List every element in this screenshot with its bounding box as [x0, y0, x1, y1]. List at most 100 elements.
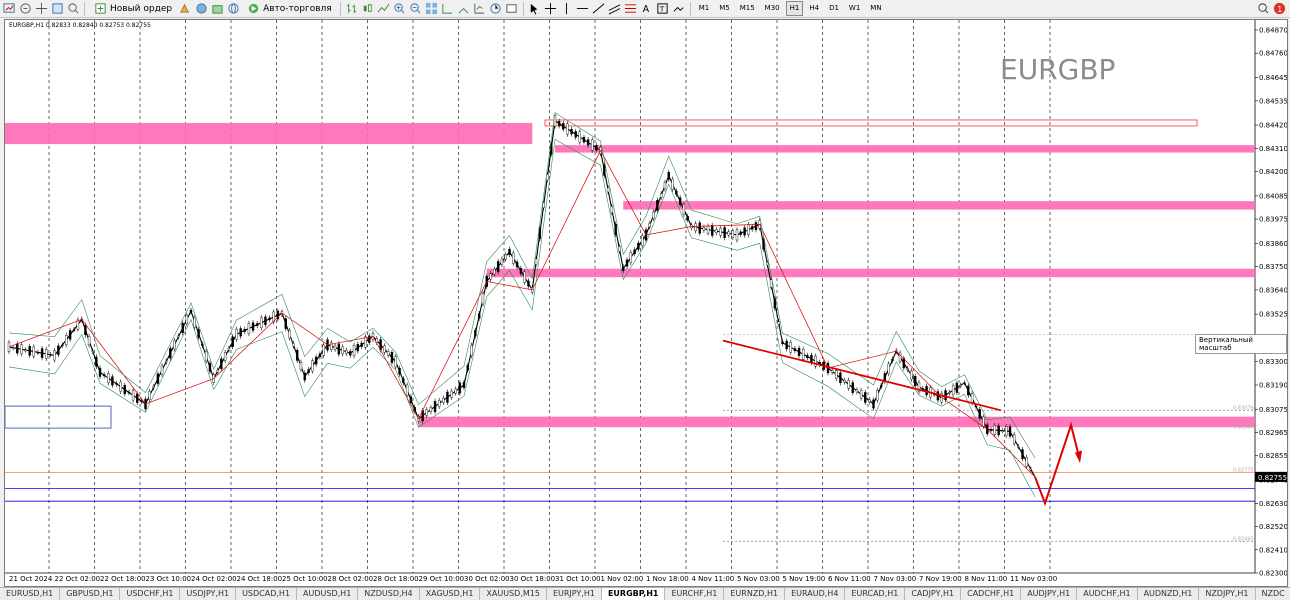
symbol-tab[interactable]: GBPUSD,H1 — [60, 588, 120, 600]
fibonacci-icon[interactable] — [624, 2, 638, 16]
candle-body — [747, 225, 749, 235]
zoom-in-icon[interactable] — [393, 2, 407, 16]
chart-window[interactable]: 0.848700.847600.846450.845350.844200.843… — [4, 19, 1288, 587]
crosshair-nav-icon[interactable] — [34, 2, 48, 16]
pink-zone — [5, 123, 532, 144]
symbol-tab[interactable]: NZDJPY,H1 — [1199, 588, 1255, 600]
symbol-tab[interactable]: EURCAD,H1 — [845, 588, 905, 600]
candle-body — [182, 323, 184, 333]
symbol-tab[interactable]: EURNZD,H1 — [724, 588, 785, 600]
symbol-tab[interactable]: NZDUSD,H4 — [358, 588, 419, 600]
timeframe-m1[interactable]: M1 — [695, 1, 714, 16]
candle-body — [490, 274, 492, 279]
chart-shift-icon[interactable] — [441, 2, 455, 16]
new-chart-icon[interactable] — [2, 2, 16, 16]
bar-chart-icon[interactable] — [345, 2, 359, 16]
timeframe-h4[interactable]: H4 — [805, 1, 823, 16]
symbol-tab[interactable]: AUDNZD,H1 — [1138, 588, 1200, 600]
channel-icon[interactable] — [608, 2, 622, 16]
candle-body — [497, 261, 499, 272]
candlestick-icon[interactable] — [361, 2, 375, 16]
symbol-tab[interactable]: EURGBP,H1 — [602, 588, 665, 600]
new-order-button[interactable]: Новый ордер — [89, 1, 176, 17]
vertical-line-icon[interactable] — [560, 2, 574, 16]
symbol-tab[interactable]: AUDCHF,H1 — [1077, 588, 1137, 600]
candle-body — [848, 380, 850, 388]
candle-body — [810, 355, 812, 363]
timeframe-w1[interactable]: W1 — [845, 1, 864, 16]
tile-windows-icon[interactable] — [425, 2, 439, 16]
arrows-icon[interactable] — [672, 2, 686, 16]
candle-body — [201, 344, 203, 346]
symbol-tab[interactable]: XAUUSD,M15 — [480, 588, 547, 600]
symbol-tab[interactable]: EURCHF,H1 — [665, 588, 724, 600]
candle-body — [766, 263, 768, 265]
symbol-tab[interactable]: CADCHF,H1 — [961, 588, 1021, 600]
search-icon[interactable] — [1256, 2, 1270, 16]
symbol-tab[interactable]: USDCAD,H1 — [236, 588, 297, 600]
candle-body — [852, 383, 854, 393]
metaeditor-icon[interactable] — [178, 2, 192, 16]
timeframe-m5[interactable]: M5 — [715, 1, 734, 16]
candle-body — [543, 203, 545, 208]
notification-icon[interactable]: 1 — [1272, 2, 1286, 16]
line-chart-icon[interactable] — [377, 2, 391, 16]
zoom-out-icon[interactable] — [409, 2, 423, 16]
autoscroll-icon[interactable] — [457, 2, 471, 16]
candle-body — [856, 390, 858, 392]
candle-body — [25, 350, 27, 351]
x-tick-label: 24 Oct 02:00 — [191, 575, 237, 583]
text-label-icon[interactable]: T — [656, 2, 670, 16]
candle-body — [868, 400, 870, 402]
market-watch-icon[interactable] — [50, 2, 64, 16]
cursor-icon[interactable] — [528, 2, 542, 16]
web-trading-icon[interactable] — [226, 2, 240, 16]
symbol-tab[interactable]: NZDC — [1256, 588, 1290, 600]
candle-body — [65, 335, 67, 344]
horizontal-line-icon[interactable] — [576, 2, 590, 16]
candle-body — [33, 347, 35, 356]
candle-body — [575, 131, 577, 137]
candle-body — [558, 121, 560, 126]
symbol-tab[interactable]: USDJPY,H1 — [180, 588, 236, 600]
timeframe-m30[interactable]: M30 — [761, 1, 784, 16]
symbol-tab[interactable]: AUDJPY,H1 — [1021, 588, 1077, 600]
navigator-icon[interactable] — [66, 2, 80, 16]
symbol-tab[interactable]: EURUSD,H1 — [0, 588, 60, 600]
crosshair-icon[interactable] — [544, 2, 558, 16]
symbol-tab[interactable]: EURJPY,H1 — [547, 588, 602, 600]
candle-body — [285, 319, 287, 329]
symbol-tab[interactable]: XAGUSD,H1 — [420, 588, 481, 600]
market-icon[interactable] — [210, 2, 224, 16]
timeframe-h1[interactable]: H1 — [786, 1, 804, 16]
candle-body — [186, 315, 188, 324]
text-icon[interactable]: A — [640, 2, 654, 16]
candle-body — [687, 216, 689, 220]
signals-icon[interactable] — [194, 2, 208, 16]
candle-body — [699, 223, 701, 233]
profiles-icon[interactable] — [18, 2, 32, 16]
indicators-icon[interactable] — [473, 2, 487, 16]
periods-icon[interactable] — [489, 2, 503, 16]
candle-body — [524, 272, 526, 283]
autotrading-button[interactable]: Авто-торговля — [242, 1, 336, 17]
symbol-tab[interactable]: USDCHF,H1 — [120, 588, 180, 600]
candle-body — [880, 386, 882, 388]
symbol-tab[interactable]: EURAUD,H4 — [785, 588, 845, 600]
candle-body — [782, 342, 784, 344]
y-tick-label: 0.82630 — [1259, 500, 1287, 508]
timeframe-m15[interactable]: M15 — [736, 1, 759, 16]
trendline-icon[interactable] — [592, 2, 606, 16]
candle-body — [520, 268, 522, 273]
candle-body — [798, 348, 800, 356]
timeframe-d1[interactable]: D1 — [825, 1, 843, 16]
price-chart[interactable]: 0.848700.847600.846450.845350.844200.843… — [5, 20, 1287, 586]
candle-body — [516, 262, 518, 267]
candle-body — [387, 351, 389, 355]
y-tick-label: 0.84645 — [1259, 74, 1287, 82]
symbol-tab[interactable]: AUDUSD,H1 — [297, 588, 358, 600]
symbol-tab[interactable]: CADJPY,H1 — [905, 588, 961, 600]
candle-body — [20, 345, 22, 354]
templates-icon[interactable] — [505, 2, 519, 16]
timeframe-mn[interactable]: MN — [866, 1, 885, 16]
